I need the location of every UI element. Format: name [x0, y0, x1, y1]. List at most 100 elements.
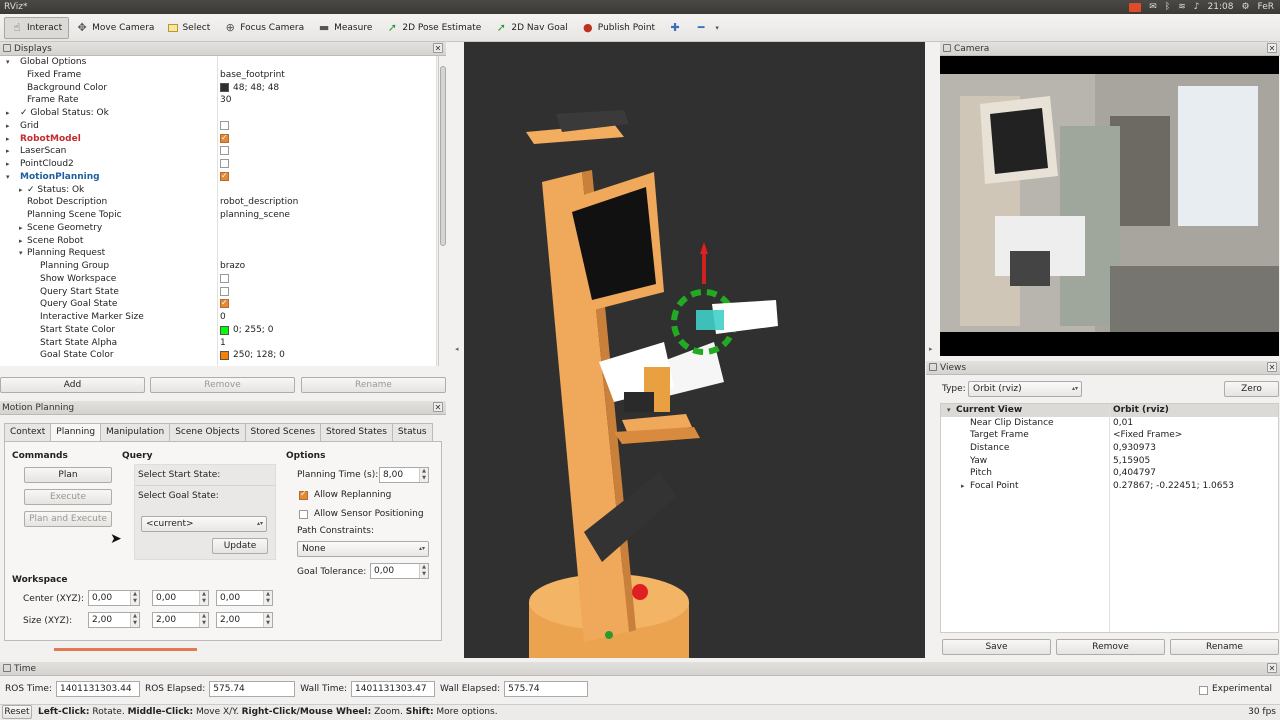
- display-tree-value[interactable]: base_footprint: [220, 69, 285, 82]
- display-tree-row[interactable]: Show Workspace: [0, 273, 436, 286]
- enabled-checkbox[interactable]: [220, 132, 229, 144]
- display-tree-row[interactable]: Start State Alpha 1: [0, 337, 436, 350]
- view-property-value[interactable]: 5,15905: [1113, 455, 1150, 468]
- expand-arrow-icon[interactable]: ▸: [6, 133, 10, 146]
- allow-sensor-checkbox[interactable]: [299, 509, 308, 521]
- reset-button[interactable]: Reset: [2, 705, 32, 719]
- expand-arrow-icon[interactable]: ▸: [6, 158, 10, 171]
- display-tree-value[interactable]: planning_scene: [220, 209, 290, 222]
- display-tree-row[interactable]: Fixed Frame base_footprint: [0, 69, 436, 82]
- enabled-checkbox[interactable]: [220, 297, 229, 310]
- display-tree-value[interactable]: 1: [220, 337, 226, 350]
- tab-scene-objects[interactable]: Scene Objects: [169, 423, 246, 441]
- view-type-select[interactable]: Orbit (rviz) ▴▾: [968, 381, 1082, 397]
- enabled-checkbox[interactable]: [220, 146, 229, 156]
- center-z-spinbox[interactable]: 0,00 ▲ ▼: [216, 590, 273, 606]
- spin-arrows-icon[interactable]: ▲ ▼: [419, 468, 428, 482]
- spin-arrows-icon[interactable]: ▲ ▼: [263, 591, 272, 605]
- view-property-value[interactable]: 0.27867; -0.22451; 1.0653: [1113, 480, 1234, 493]
- goal-state-select[interactable]: <current> ▴▾: [141, 516, 267, 532]
- display-tree-row[interactable]: ▸ ✓ Global Status: Ok: [0, 107, 436, 120]
- 3d-render-view[interactable]: [464, 42, 925, 658]
- display-tree-value[interactable]: [220, 297, 229, 310]
- size-x-spinbox[interactable]: 2,00 ▲ ▼: [88, 612, 140, 628]
- select-goal-state-label[interactable]: Select Goal State:: [138, 491, 219, 501]
- experimental-checkbox[interactable]: [1198, 685, 1208, 695]
- display-tree-value[interactable]: 30: [220, 94, 231, 107]
- view-property-value[interactable]: 0,01: [1113, 417, 1133, 430]
- plan-button[interactable]: Plan: [24, 467, 112, 483]
- display-tree-row[interactable]: ▸ Grid: [0, 120, 436, 133]
- enabled-checkbox[interactable]: [220, 170, 229, 183]
- display-tree-value[interactable]: robot_description: [220, 196, 298, 209]
- scrollbar-thumb[interactable]: [440, 66, 446, 246]
- display-tree-value[interactable]: [220, 170, 229, 183]
- move-camera-tool[interactable]: ✥ Move Camera: [69, 17, 161, 39]
- bluetooth-icon[interactable]: ᛒ: [1165, 2, 1170, 12]
- allow-replanning-checkbox[interactable]: [299, 489, 308, 502]
- display-tree-value[interactable]: [220, 132, 229, 144]
- enabled-checkbox[interactable]: [220, 273, 229, 283]
- display-tree-row[interactable]: ▸ Scene Robot: [0, 235, 436, 248]
- user-name[interactable]: FeR: [1258, 2, 1274, 12]
- expand-arrow-icon[interactable]: ▸: [19, 235, 23, 248]
- tab-stored-scenes[interactable]: Stored Scenes: [244, 423, 322, 441]
- add-tool-button[interactable]: ✚: [662, 17, 688, 39]
- tab-stored-states[interactable]: Stored States: [320, 423, 393, 441]
- close-icon[interactable]: ✕: [433, 43, 443, 53]
- expand-arrow-icon[interactable]: ▸: [6, 120, 10, 133]
- display-tree-row[interactable]: ▾ Planning Request: [0, 247, 436, 260]
- path-constraints-select[interactable]: None ▴▾: [297, 541, 429, 557]
- notification-icon[interactable]: [1129, 2, 1142, 12]
- spin-arrows-icon[interactable]: ▲ ▼: [199, 613, 208, 627]
- size-z-spinbox[interactable]: 2,00 ▲ ▼: [216, 612, 273, 628]
- allow-sensor-label[interactable]: Allow Sensor Positioning: [314, 509, 424, 519]
- goal-tolerance-spinbox[interactable]: 0,00 ▲ ▼: [370, 563, 429, 579]
- close-icon[interactable]: ✕: [1267, 43, 1277, 53]
- clock[interactable]: 21:08: [1208, 2, 1234, 12]
- expand-arrow-icon[interactable]: ▸: [6, 107, 10, 120]
- display-tree-row[interactable]: ▸ LaserScan: [0, 145, 436, 158]
- display-tree-value[interactable]: [220, 145, 229, 156]
- enabled-checkbox[interactable]: [220, 286, 229, 296]
- panel-float-icon[interactable]: [3, 44, 11, 52]
- close-icon[interactable]: ✕: [433, 402, 443, 412]
- displays-scrollbar[interactable]: [438, 56, 447, 366]
- display-tree-row[interactable]: Planning Scene Topic planning_scene: [0, 209, 436, 222]
- display-tree-row[interactable]: Planning Group brazo: [0, 260, 436, 273]
- display-tree-row[interactable]: Start State Color 0; 255; 0: [0, 324, 436, 337]
- display-tree-value[interactable]: [220, 120, 229, 130]
- plan-and-execute-button[interactable]: Plan and Execute: [24, 511, 112, 527]
- close-icon[interactable]: ✕: [1267, 362, 1277, 372]
- spin-arrows-icon[interactable]: ▲ ▼: [130, 591, 139, 605]
- publish-point-tool[interactable]: ● Publish Point: [575, 17, 662, 39]
- panel-float-icon[interactable]: [929, 363, 937, 371]
- measure-tool[interactable]: ▬ Measure: [311, 17, 379, 39]
- display-tree-value[interactable]: brazo: [220, 260, 245, 273]
- ros-time-field[interactable]: 1401131303.44: [55, 681, 140, 697]
- view-property-value[interactable]: 0,930973: [1113, 442, 1156, 455]
- spin-arrows-icon[interactable]: ▲ ▼: [199, 591, 208, 605]
- splitter-right-icon[interactable]: ▸: [929, 345, 933, 353]
- view-property-value[interactable]: <Fixed Frame>: [1113, 429, 1182, 442]
- enabled-checkbox[interactable]: [220, 120, 229, 130]
- display-tree-row[interactable]: ▸ Scene Geometry: [0, 222, 436, 235]
- ros-elapsed-field[interactable]: 575.74: [209, 681, 296, 697]
- spin-arrows-icon[interactable]: ▲ ▼: [130, 613, 139, 627]
- color-swatch[interactable]: [220, 83, 229, 93]
- panel-float-icon[interactable]: [943, 44, 951, 52]
- checkbox-checked[interactable]: [299, 489, 308, 500]
- view-property-value[interactable]: 0,404797: [1113, 467, 1156, 480]
- color-swatch[interactable]: [220, 325, 229, 335]
- planning-time-spinbox[interactable]: 8,00 ▲ ▼: [379, 467, 429, 483]
- display-tree-row[interactable]: Robot Description robot_description: [0, 196, 436, 209]
- pose-estimate-tool[interactable]: ➚ 2D Pose Estimate: [379, 17, 488, 39]
- remove-view-button[interactable]: Remove: [1056, 639, 1165, 655]
- display-tree-value[interactable]: 250; 128; 0: [220, 349, 285, 362]
- panel-float-icon[interactable]: [3, 664, 11, 672]
- remove-tool-button[interactable]: ━ ▾: [688, 17, 730, 39]
- display-tree-value[interactable]: 0; 255; 0: [220, 324, 273, 337]
- display-tree-value[interactable]: 48; 48; 48: [220, 82, 279, 95]
- display-tree-row[interactable]: ▸ RobotModel: [0, 132, 436, 146]
- select-start-state-label[interactable]: Select Start State:: [138, 470, 220, 480]
